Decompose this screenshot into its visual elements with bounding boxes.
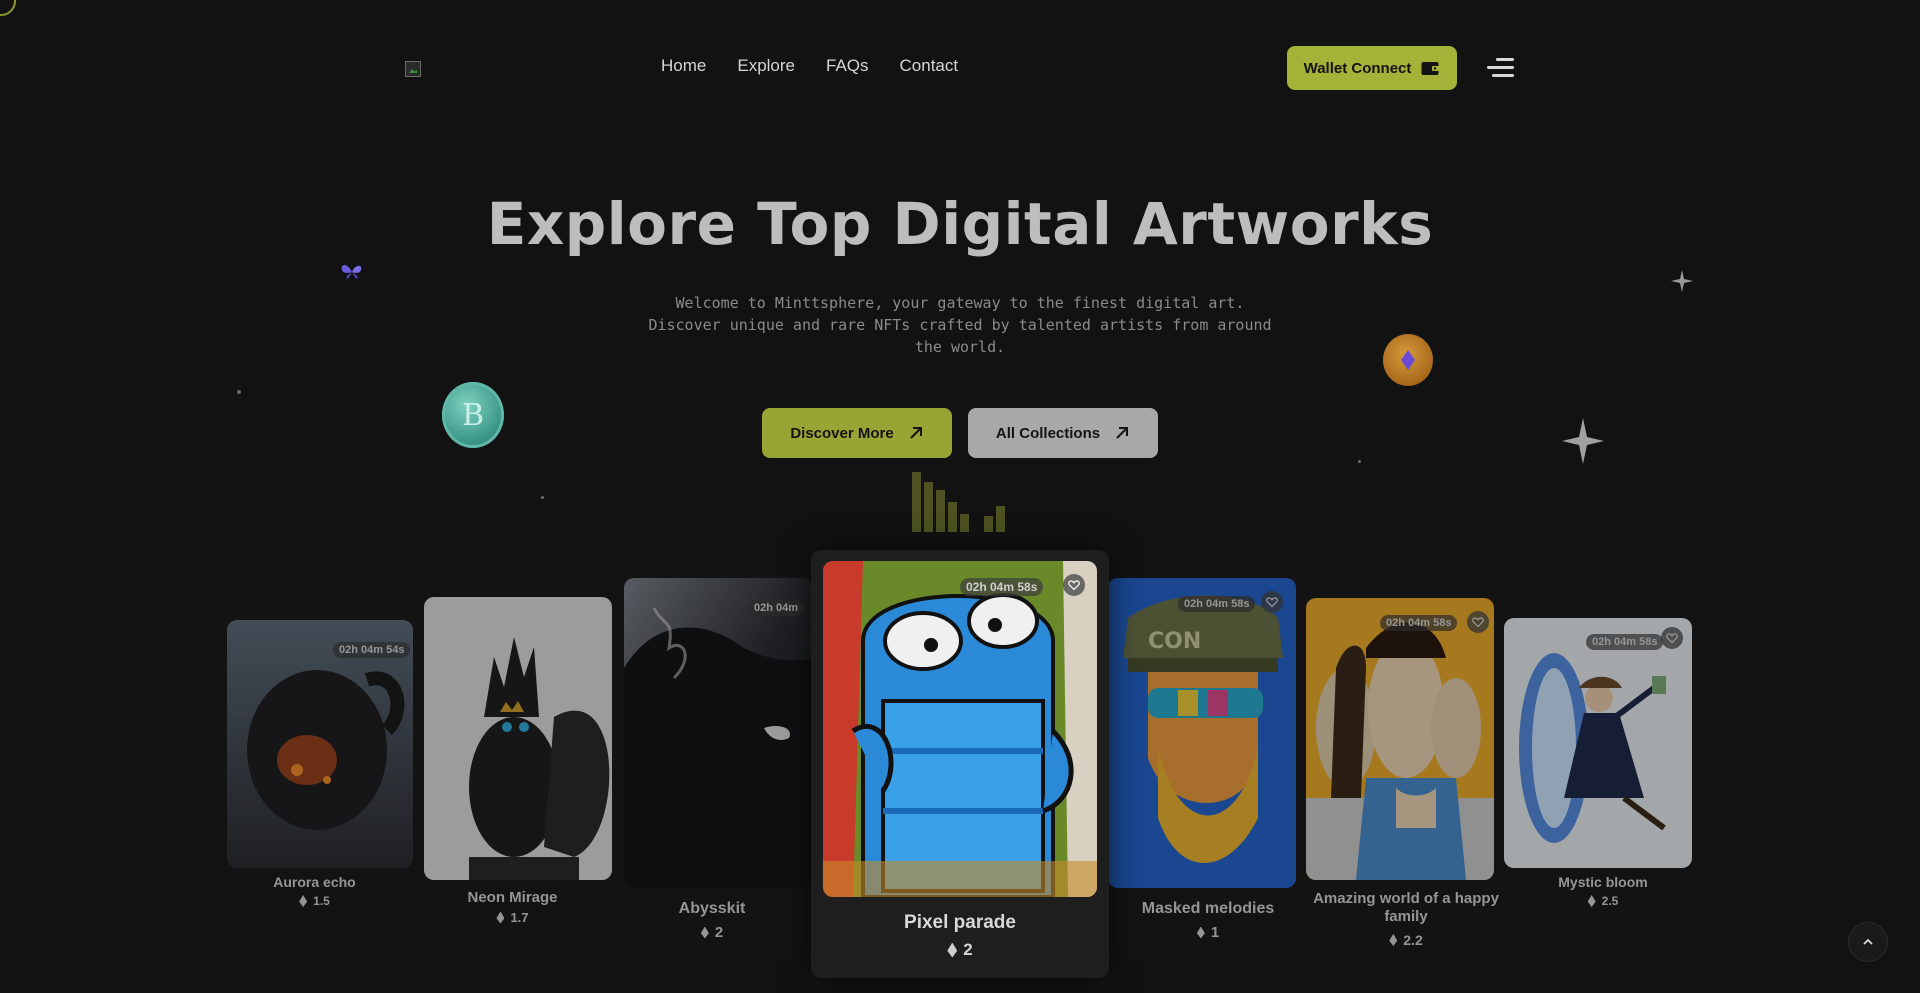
dot-decoration [237, 390, 241, 394]
bitcoin-coin-icon: B [442, 382, 504, 448]
arrow-up-right-icon [1114, 425, 1130, 441]
discover-more-label: Discover More [790, 424, 894, 442]
auction-timer: 02h 04m 58s [1380, 615, 1458, 631]
nft-card[interactable]: 02h 04m 58s Mystic bloom 2.5 [1504, 612, 1702, 924]
wallet-icon [1421, 61, 1441, 76]
chevron-up-icon [1863, 938, 1873, 945]
dot-decoration [541, 496, 544, 499]
arrow-up-right-icon [908, 425, 924, 441]
wallet-connect-label: Wallet Connect [1303, 59, 1412, 77]
nav-contact-link[interactable]: Contact [900, 56, 959, 76]
nft-artwork-image[interactable] [624, 578, 812, 888]
butterfly-icon [339, 260, 365, 284]
scroll-to-top-button[interactable] [1848, 922, 1888, 962]
nft-card[interactable]: Neon Mirage 1.7 [413, 592, 612, 944]
nft-name: Neon Mirage [467, 889, 558, 906]
hero-title: Explore Top Digital Artworks [486, 190, 1434, 258]
all-collections-button[interactable]: All Collections [968, 408, 1158, 458]
auction-timer: 02h 04m 58s [1586, 634, 1664, 650]
ethereum-icon [947, 942, 958, 958]
ethereum-icon [1196, 926, 1205, 939]
nft-card[interactable]: 02h 04m 58s Amazing world of a happy fam… [1306, 590, 1506, 966]
auction-timer: 02h 04m [748, 600, 805, 616]
equalizer-decoration [912, 470, 1005, 532]
nft-card[interactable]: 02h 04m 54s Aurora echo 1.5 [216, 612, 413, 924]
auction-timer: 02h 04m 58s [960, 578, 1044, 596]
nft-price: 1 [1108, 924, 1308, 941]
ethereum-coin-icon [1383, 334, 1433, 386]
nft-artwork-image[interactable] [823, 561, 1097, 897]
nft-price: 1.5 [216, 894, 413, 908]
dot-decoration [1358, 460, 1361, 463]
nft-name: Pixel parade [904, 912, 1016, 933]
all-collections-label: All Collections [995, 424, 1101, 442]
bitcoin-coin-symbol: B [461, 397, 485, 433]
nav-faqs-link[interactable]: FAQs [826, 56, 869, 76]
auction-timer: 02h 04m 58s [1178, 596, 1256, 612]
nft-name: Abysskit [678, 900, 746, 917]
main-nav: Home Explore FAQs Contact [661, 56, 958, 76]
logo-icon[interactable] [405, 61, 421, 77]
nav-explore-link[interactable]: Explore [737, 56, 795, 76]
nft-price: 2.5 [1504, 894, 1702, 908]
ethereum-icon [299, 895, 308, 907]
heart-icon[interactable] [1661, 627, 1683, 649]
ethereum-icon [496, 911, 505, 924]
heart-icon[interactable] [1261, 591, 1283, 613]
nft-price: 2.2 [1306, 932, 1506, 948]
nft-artwork-image[interactable] [1306, 598, 1494, 880]
nft-card[interactable]: CON 02h 04m 58s Masked melodies 1 [1108, 570, 1308, 964]
hero-subtitle: Welcome to Minttsphere, your gateway to … [648, 294, 1272, 356]
nft-name: Aurora echo [273, 874, 356, 890]
nft-price: 1.7 [413, 910, 612, 925]
ethereum-icon [1389, 934, 1398, 946]
nft-artwork-image[interactable] [424, 597, 612, 880]
nft-card[interactable]: 02h 04m Abysskit 2 [612, 570, 812, 964]
menu-icon[interactable] [1487, 58, 1514, 78]
heart-icon[interactable] [1063, 574, 1085, 596]
nft-card-featured[interactable]: 02h 04m 58s Pixel parade 2 [811, 550, 1109, 978]
nav-home-link[interactable]: Home [661, 56, 706, 76]
sparkle-icon [1562, 418, 1604, 464]
nft-name: Amazing world of a happy family [1313, 890, 1499, 925]
nft-price: 2 [612, 924, 812, 941]
auction-timer: 02h 04m 54s [333, 642, 411, 658]
nft-name: Mystic bloom [1558, 874, 1648, 890]
sparkle-icon [1671, 270, 1693, 292]
discover-more-button[interactable]: Discover More [762, 408, 952, 458]
heart-icon[interactable] [1467, 611, 1489, 633]
nft-artwork-image[interactable] [1504, 618, 1692, 868]
svg-text:CON: CON [1148, 629, 1201, 654]
nft-name: Masked melodies [1141, 900, 1275, 917]
ethereum-icon [700, 926, 709, 939]
site-header: Home Explore FAQs Contact Wallet Connect [0, 0, 1920, 136]
wallet-connect-button[interactable]: Wallet Connect [1287, 46, 1457, 90]
nft-artwork-image[interactable]: CON [1108, 578, 1296, 888]
ethereum-icon [1587, 895, 1596, 907]
nft-price: 2 [811, 940, 1109, 960]
